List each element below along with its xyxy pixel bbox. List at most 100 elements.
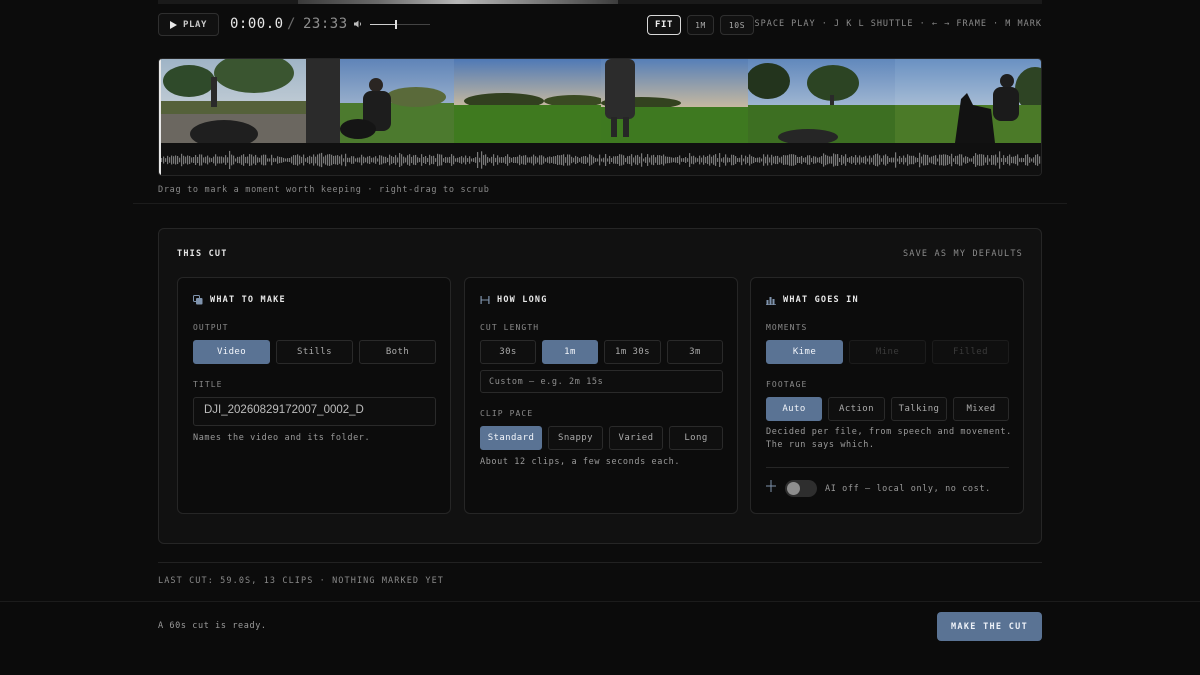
waveform-bar: [341, 154, 343, 166]
waveform-bar: [643, 158, 645, 162]
pace-snappy-option[interactable]: Snappy: [548, 426, 603, 450]
waveform-bar: [469, 156, 471, 164]
zoom-10s-button[interactable]: 10S: [720, 15, 754, 35]
waveform-bar: [765, 156, 767, 164]
waveform-bar: [457, 157, 459, 163]
zoom-fit-button[interactable]: FIT: [647, 15, 681, 35]
pace-standard-option[interactable]: Standard: [480, 426, 542, 450]
what-to-make-card: WHAT TO MAKE OUTPUT Video Stills Both TI…: [177, 277, 451, 514]
waveform-bar: [609, 155, 611, 165]
waveform-bar: [1001, 158, 1003, 162]
waveform-bar: [339, 156, 341, 164]
waveform-bar: [775, 155, 777, 165]
audio-waveform[interactable]: [159, 143, 1042, 176]
output-stills-option[interactable]: Stills: [276, 340, 353, 364]
waveform-bar: [843, 156, 845, 164]
waveform-bar: [625, 157, 627, 163]
waveform-bar: [1025, 154, 1027, 166]
waveform-bar: [561, 154, 563, 166]
save-defaults-button[interactable]: SAVE AS MY DEFAULTS: [903, 249, 1023, 259]
waveform-bar: [745, 155, 747, 165]
waveform-bar: [935, 155, 937, 165]
moments-kime-option[interactable]: Kime: [766, 340, 843, 364]
length-1m-option[interactable]: 1m: [542, 340, 598, 364]
waveform-bar: [523, 155, 525, 165]
moments-mine-option[interactable]: Mine: [849, 340, 926, 364]
waveform-bar: [585, 155, 587, 165]
custom-length-input[interactable]: Custom — e.g. 2m 15s: [480, 370, 723, 393]
waveform-bar: [543, 156, 545, 164]
waveform-bar: [493, 154, 495, 166]
waveform-bar: [565, 157, 567, 163]
length-30s-option[interactable]: 30s: [480, 340, 536, 364]
timeline-hint: Drag to mark a moment worth keeping · ri…: [158, 185, 490, 195]
waveform-bar: [1037, 154, 1039, 166]
section-divider: [158, 562, 1042, 563]
waveform-bar: [937, 158, 939, 162]
waveform-bar: [289, 158, 291, 162]
waveform-bar: [913, 155, 915, 165]
waveform-bar: [529, 157, 531, 163]
title-input[interactable]: DJI_20260829172007_0002_D: [193, 397, 436, 426]
bar-chart-icon: [766, 297, 776, 305]
footage-action-option[interactable]: Action: [828, 397, 885, 421]
waveform-bar: [347, 157, 349, 163]
waveform-bar: [633, 157, 635, 163]
card-title: HOW LONG: [497, 295, 548, 305]
waveform-bar: [395, 155, 397, 165]
waveform-bar: [647, 154, 649, 166]
waveform-bar: [517, 156, 519, 164]
waveform-bar: [961, 154, 963, 166]
pace-varied-option[interactable]: Varied: [609, 426, 663, 450]
waveform-bar: [191, 157, 193, 163]
waveform-bar: [467, 158, 469, 162]
ai-toggle[interactable]: [785, 480, 817, 497]
layers-icon: [193, 295, 203, 305]
waveform-bar: [369, 155, 371, 165]
footage-mixed-option[interactable]: Mixed: [953, 397, 1009, 421]
volume-slider-handle[interactable]: [395, 20, 397, 29]
volume-icon[interactable]: [353, 19, 363, 29]
waveform-bar: [675, 157, 677, 163]
waveform-bar: [735, 156, 737, 164]
waveform-bar: [649, 157, 651, 163]
waveform-bar: [695, 157, 697, 163]
waveform-bar: [541, 155, 543, 165]
waveform-bar: [809, 155, 811, 165]
output-video-option[interactable]: Video: [193, 340, 270, 364]
waveform-bar: [923, 154, 925, 166]
waveform-bar: [393, 156, 395, 164]
waveform-bar: [929, 157, 931, 163]
waveform-bar: [685, 157, 687, 163]
waveform-bar: [415, 154, 417, 166]
waveform-bar: [879, 155, 881, 165]
waveform-bar: [863, 156, 865, 164]
moments-filled-option[interactable]: Filled: [932, 340, 1009, 364]
output-both-option[interactable]: Both: [359, 340, 436, 364]
play-button[interactable]: PLAY: [158, 13, 219, 36]
thumbnail-dog-jumping: [895, 59, 1041, 143]
zoom-1m-button[interactable]: 1M: [687, 15, 714, 35]
waveform-bar: [307, 157, 309, 163]
waveform-bar: [969, 158, 971, 162]
waveform-bar: [899, 156, 901, 164]
footage-talking-option[interactable]: Talking: [891, 397, 947, 421]
make-the-cut-button[interactable]: MAKE THE CUT: [937, 612, 1042, 641]
waveform-bar: [771, 154, 773, 166]
waveform-bar: [587, 157, 589, 163]
timecode-separator: /: [287, 16, 297, 32]
waveform-bar: [365, 157, 367, 163]
timeline[interactable]: [158, 58, 1042, 176]
waveform-bar: [371, 157, 373, 163]
thumbnail-man-with-dog: [306, 59, 454, 143]
length-3m-option[interactable]: 3m: [667, 340, 723, 364]
waveform-bar: [305, 158, 307, 162]
playhead[interactable]: [159, 59, 161, 175]
length-1m30s-option[interactable]: 1m 30s: [604, 340, 661, 364]
pace-long-option[interactable]: Long: [669, 426, 723, 450]
footage-auto-option[interactable]: Auto: [766, 397, 822, 421]
thumbnail-walking-figure: [601, 59, 749, 143]
waveform-bar: [477, 151, 479, 169]
waveform-bar: [211, 158, 213, 162]
waveform-bar: [169, 157, 171, 163]
